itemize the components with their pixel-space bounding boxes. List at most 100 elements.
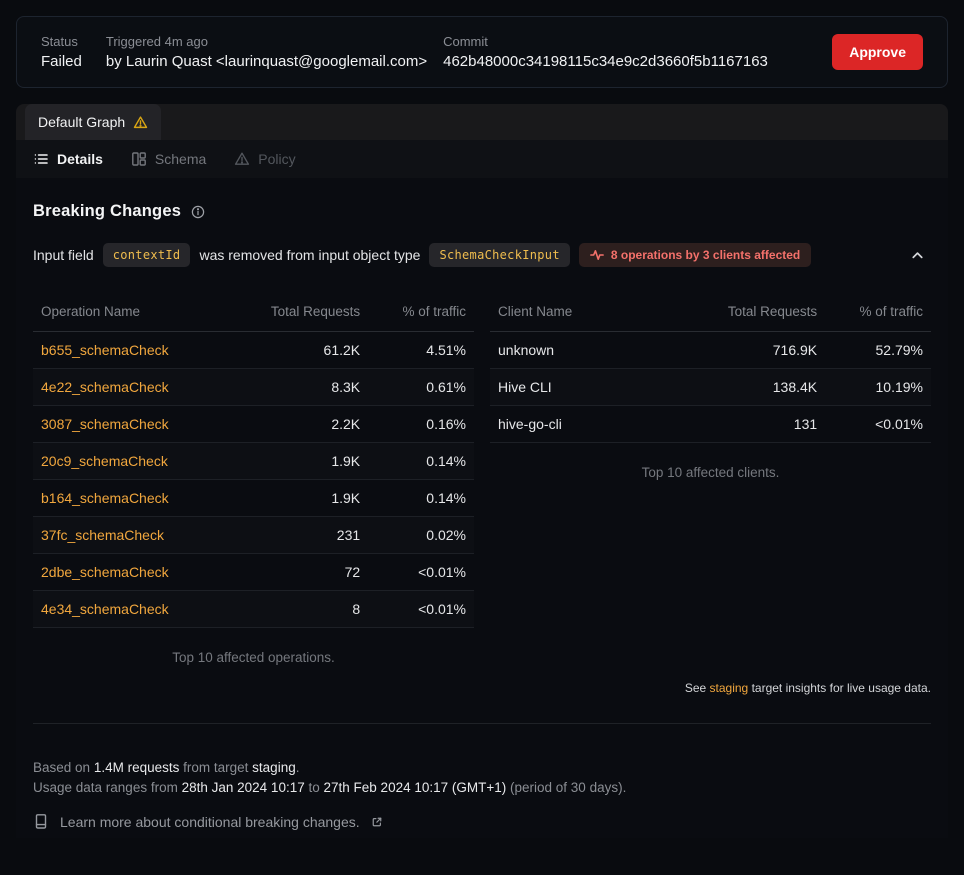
clients-column: Client Name Total Requests % of traffic … bbox=[490, 295, 931, 480]
operation-link[interactable]: 3087_schemaCheck bbox=[41, 416, 169, 432]
schema-icon bbox=[131, 151, 147, 167]
total-requests-cell: 2.2K bbox=[227, 406, 368, 443]
approve-button[interactable]: Approve bbox=[832, 34, 923, 70]
total-requests-cell: 61.2K bbox=[227, 332, 368, 369]
insights-suffix: target insights for live usage data. bbox=[752, 681, 931, 695]
commit-hash: 462b48000c34198115c34e9c2d3660f5b1167163 bbox=[443, 53, 768, 70]
table-row: 20c9_schemaCheck1.9K0.14% bbox=[33, 443, 474, 480]
commit-label: Commit bbox=[443, 34, 768, 49]
client-name-cell: hive-go-cli bbox=[498, 416, 562, 432]
operation-link[interactable]: 4e22_schemaCheck bbox=[41, 379, 169, 395]
total-requests-cell: 716.9K bbox=[684, 332, 825, 369]
affected-operations-badge[interactable]: 8 operations by 3 clients affected bbox=[579, 243, 811, 267]
schema-check-page: Status Failed Triggered 4m ago by Laurin… bbox=[0, 0, 964, 854]
list-icon bbox=[33, 151, 49, 167]
traffic-cell: 0.16% bbox=[368, 406, 474, 443]
table-row: Hive CLI 138.4K10.19% bbox=[490, 369, 931, 406]
table-row: 37fc_schemaCheck2310.02% bbox=[33, 517, 474, 554]
legend-target: staging bbox=[252, 760, 296, 775]
operation-link[interactable]: b164_schemaCheck bbox=[41, 490, 169, 506]
table-header-row: Operation Name Total Requests % of traff… bbox=[33, 295, 474, 332]
graph-tab-strip: Default Graph bbox=[16, 104, 948, 140]
legend-to-date: 27th Feb 2024 10:17 (GMT+1) bbox=[324, 780, 507, 795]
traffic-cell: 4.51% bbox=[368, 332, 474, 369]
legend-line-2: Usage data ranges from 28th Jan 2024 10:… bbox=[33, 778, 931, 798]
section-title: Breaking Changes bbox=[33, 202, 181, 221]
table-header-row: Client Name Total Requests % of traffic bbox=[490, 295, 931, 332]
usage-legend: Based on 1.4M requests from target stagi… bbox=[33, 758, 931, 798]
chevron-up-icon[interactable] bbox=[910, 248, 925, 263]
status-label: Status bbox=[41, 34, 82, 49]
warning-icon bbox=[133, 115, 148, 130]
clients-footnote: Top 10 affected clients. bbox=[490, 465, 931, 480]
tab-policy[interactable]: Policy bbox=[234, 151, 295, 167]
client-name-cell: Hive CLI bbox=[498, 379, 552, 395]
policy-warning-icon bbox=[234, 151, 250, 167]
total-requests-cell: 8 bbox=[227, 591, 368, 628]
insights-prefix: See bbox=[685, 681, 706, 695]
operations-footnote: Top 10 affected operations. bbox=[33, 650, 474, 665]
col-traffic: % of traffic bbox=[825, 295, 931, 332]
table-row: 4e34_schemaCheck8<0.01% bbox=[33, 591, 474, 628]
legend-line-1: Based on 1.4M requests from target stagi… bbox=[33, 758, 931, 778]
legend-text: . bbox=[296, 760, 300, 775]
pulse-icon bbox=[590, 248, 604, 262]
table-row: 3087_schemaCheck 2.2K0.16% bbox=[33, 406, 474, 443]
operations-table: Operation Name Total Requests % of traff… bbox=[33, 295, 474, 628]
operation-link[interactable]: 2dbe_schemaCheck bbox=[41, 564, 169, 580]
graph-tab-label: Default Graph bbox=[38, 114, 125, 130]
field-name-code: contextId bbox=[103, 243, 191, 267]
col-total-requests: Total Requests bbox=[227, 295, 368, 332]
col-traffic: % of traffic bbox=[368, 295, 474, 332]
tab-schema-label: Schema bbox=[155, 151, 206, 167]
traffic-cell: <0.01% bbox=[368, 554, 474, 591]
operation-link[interactable]: 20c9_schemaCheck bbox=[41, 453, 168, 469]
table-row: 2dbe_schemaCheck 72<0.01% bbox=[33, 554, 474, 591]
learn-more-link[interactable]: Learn more about conditional breaking ch… bbox=[33, 813, 931, 830]
traffic-cell: 52.79% bbox=[825, 332, 931, 369]
traffic-cell: 0.61% bbox=[368, 369, 474, 406]
total-requests-cell: 138.4K bbox=[684, 369, 825, 406]
table-row: b655_schemaCheck 61.2K4.51% bbox=[33, 332, 474, 369]
client-name-cell: unknown bbox=[498, 342, 554, 358]
operation-link[interactable]: 37fc_schemaCheck bbox=[41, 527, 164, 543]
check-content: Breaking Changes Input field contextId w… bbox=[16, 178, 948, 838]
status-value: Failed bbox=[41, 53, 82, 70]
table-row: 4e22_schemaCheck 8.3K0.61% bbox=[33, 369, 474, 406]
col-total-requests: Total Requests bbox=[684, 295, 825, 332]
book-icon bbox=[33, 813, 49, 830]
traffic-cell: 0.02% bbox=[368, 517, 474, 554]
commit-group: Commit 462b48000c34198115c34e9c2d3660f5b… bbox=[443, 34, 768, 70]
tab-schema[interactable]: Schema bbox=[131, 151, 206, 167]
external-link-icon bbox=[371, 816, 383, 828]
learn-more-label: Learn more about conditional breaking ch… bbox=[60, 814, 360, 830]
type-name-code: SchemaCheckInput bbox=[429, 243, 569, 267]
total-requests-cell: 8.3K bbox=[227, 369, 368, 406]
traffic-cell: 0.14% bbox=[368, 443, 474, 480]
traffic-cell: 10.19% bbox=[825, 369, 931, 406]
legend-from-date: 28th Jan 2024 10:17 bbox=[182, 780, 305, 795]
triggered-group: Triggered 4m ago by Laurin Quast <laurin… bbox=[106, 34, 427, 70]
total-requests-cell: 72 bbox=[227, 554, 368, 591]
tab-default-graph[interactable]: Default Graph bbox=[25, 104, 161, 140]
col-operation-name: Operation Name bbox=[33, 295, 227, 332]
breaking-change-row[interactable]: Input field contextId was removed from i… bbox=[33, 243, 931, 267]
traffic-cell: <0.01% bbox=[825, 406, 931, 443]
check-tabs: Details Schema Policy bbox=[16, 140, 948, 178]
operations-column: Operation Name Total Requests % of traff… bbox=[33, 295, 474, 665]
triggered-author: by Laurin Quast <laurinquast@googlemail.… bbox=[106, 53, 427, 70]
table-row: hive-go-cli131<0.01% bbox=[490, 406, 931, 443]
info-icon[interactable] bbox=[191, 205, 205, 219]
tab-details[interactable]: Details bbox=[33, 151, 103, 167]
col-client-name: Client Name bbox=[490, 295, 684, 332]
operation-link[interactable]: b655_schemaCheck bbox=[41, 342, 169, 358]
table-row: b164_schemaCheck1.9K0.14% bbox=[33, 480, 474, 517]
legend-text: (period of 30 days). bbox=[510, 780, 626, 795]
legend-requests: 1.4M requests bbox=[94, 760, 180, 775]
status-group: Status Failed bbox=[41, 34, 82, 70]
check-header-card: Status Failed Triggered 4m ago by Laurin… bbox=[16, 16, 948, 88]
operation-link[interactable]: 4e34_schemaCheck bbox=[41, 601, 169, 617]
change-text-middle: was removed from input object type bbox=[199, 247, 420, 263]
staging-target-link[interactable]: staging bbox=[710, 681, 749, 695]
affected-badge-label: 8 operations by 3 clients affected bbox=[611, 248, 800, 262]
